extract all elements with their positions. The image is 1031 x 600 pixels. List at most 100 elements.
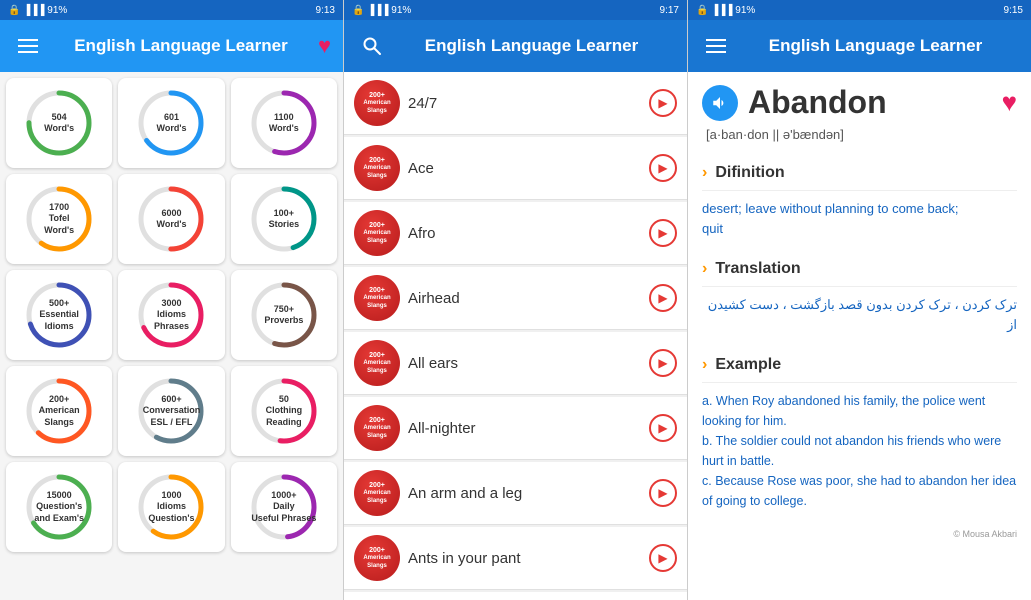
play-button[interactable]: ▶ [649, 349, 677, 377]
play-button[interactable]: ▶ [649, 414, 677, 442]
list-item-label: All ears [408, 355, 641, 372]
signal-icon2: ▐▐▐ [367, 5, 388, 16]
translation-section-header[interactable]: › Translation [702, 252, 1017, 287]
play-button[interactable]: ▶ [649, 89, 677, 117]
grid-item[interactable]: 1100 Word's [231, 78, 337, 168]
grid-item[interactable]: 100+ Stories [231, 174, 337, 264]
grid-item[interactable]: 600+ Conversation ESL / EFL [118, 366, 224, 456]
word-title: Abandon [748, 84, 992, 121]
grid-item[interactable]: 601 Word's [118, 78, 224, 168]
left-favorite-icon[interactable]: ♥ [318, 33, 331, 59]
lock-icon2: 🔒 [352, 5, 364, 16]
list-item[interactable]: 200+ American Slangs Afro ▶ [344, 202, 687, 265]
list-item[interactable]: 200+ American Slangs 24/7 ▶ [344, 72, 687, 135]
right-status-left: 🔒 ▐▐▐ 91% [696, 5, 755, 16]
list-item[interactable]: 200+ American Slangs Ace ▶ [344, 137, 687, 200]
play-button[interactable]: ▶ [649, 284, 677, 312]
example-chevron: › [702, 356, 707, 374]
signal-icon: ▐▐▐ [23, 5, 44, 16]
middle-status-bar: 🔒 ▐▐▐ 91% 9:17 [344, 0, 687, 20]
definition-section-header[interactable]: › Difinition [702, 156, 1017, 191]
grid-item[interactable]: 200+ American Slangs [6, 366, 112, 456]
grid-item[interactable]: 6000 Word's [118, 174, 224, 264]
definition-text: desert; leave without planning to come b… [702, 199, 1017, 238]
grid-item[interactable]: 750+ Proverbs [231, 270, 337, 360]
left-app-bar: English Language Learner ♥ [0, 20, 343, 72]
badge: 200+ American Slangs [354, 340, 400, 386]
play-button[interactable]: ▶ [649, 544, 677, 572]
list-item[interactable]: 200+ American Slangs Airhead ▶ [344, 267, 687, 330]
middle-panel: 🔒 ▐▐▐ 91% 9:17 English Language Learner … [344, 0, 688, 600]
badge: 200+ American Slangs [354, 535, 400, 581]
left-menu-icon[interactable] [12, 30, 44, 62]
grid-item[interactable]: 1000 Idioms Question's [118, 462, 224, 552]
list-item[interactable]: 200+ American Slangs All-nighter ▶ [344, 397, 687, 460]
list-item-label: Ants in your pant [408, 550, 641, 567]
grid-item[interactable]: 500+ Essential Idioms [6, 270, 112, 360]
left-time: 9:13 [316, 5, 335, 16]
grid-item[interactable]: 504 Word's [6, 78, 112, 168]
left-status-left: 🔒 ▐▐▐ 91% [8, 5, 67, 16]
lock-icon: 🔒 [8, 5, 20, 16]
right-menu-icon[interactable] [700, 30, 732, 62]
example-text: a. When Roy abandoned his family, the po… [702, 391, 1017, 511]
list-item[interactable]: 200+ American Slangs Armpit ▶ [344, 592, 687, 600]
battery-text: 91% [47, 5, 67, 16]
right-panel: 🔒 ▐▐▐ 91% 9:15 English Language Learner … [688, 0, 1031, 600]
example-section-header[interactable]: › Example [702, 348, 1017, 383]
grid-item-label: 100+ Stories [269, 208, 300, 231]
list-item-label: An arm and a leg [408, 485, 641, 502]
play-button[interactable]: ▶ [649, 479, 677, 507]
grid-item[interactable]: 15000 Question's and Exam's [6, 462, 112, 552]
grid-item-label: 504 Word's [44, 112, 74, 135]
definition-title: Difinition [715, 164, 784, 182]
middle-app-bar: English Language Learner [344, 20, 687, 72]
grid-item-label: 1700 Tofel Word's [44, 202, 74, 236]
grid-item[interactable]: 1000+ Daily Useful Phrases [231, 462, 337, 552]
list-item[interactable]: 200+ American Slangs An arm and a leg ▶ [344, 462, 687, 525]
speaker-icon[interactable] [702, 85, 738, 121]
middle-app-title: English Language Learner [388, 36, 675, 56]
badge: 200+ American Slangs [354, 405, 400, 451]
phonetic-text: [a·ban·don || ə'bændən] [706, 127, 1017, 142]
badge: 200+ American Slangs [354, 470, 400, 516]
list-item[interactable]: 200+ American Slangs Ants in your pant ▶ [344, 527, 687, 590]
right-status-bar: 🔒 ▐▐▐ 91% 9:15 [688, 0, 1031, 20]
play-button[interactable]: ▶ [649, 154, 677, 182]
search-icon[interactable] [356, 30, 388, 62]
grid-item-label: 200+ American Slangs [39, 394, 80, 428]
play-button[interactable]: ▶ [649, 219, 677, 247]
grid-item-label: 500+ Essential Idioms [39, 298, 79, 332]
footer-text: © Mousa Akbari [702, 525, 1017, 543]
grid-item-label: 15000 Question's and Exam's [34, 490, 84, 524]
list-item[interactable]: 200+ American Slangs All ears ▶ [344, 332, 687, 395]
badge: 200+ American Slangs [354, 210, 400, 256]
left-status-bar: 🔒 ▐▐▐ 91% 9:13 [0, 0, 343, 20]
left-panel: 🔒 ▐▐▐ 91% 9:13 English Language Learner … [0, 0, 344, 600]
grid-item-label: 6000 Word's [156, 208, 186, 231]
grid-item[interactable]: 50 Clothing Reading [231, 366, 337, 456]
middle-time: 9:17 [660, 5, 679, 16]
grid-item-label: 1100 Word's [269, 112, 299, 135]
grid-item-label: 601 Word's [156, 112, 186, 135]
grid-item-label: 600+ Conversation ESL / EFL [143, 394, 201, 428]
battery-text3: 91% [735, 5, 755, 16]
middle-status-left: 🔒 ▐▐▐ 91% [352, 5, 411, 16]
word-favorite-icon[interactable]: ♥ [1002, 87, 1017, 118]
lock-icon3: 🔒 [696, 5, 708, 16]
right-app-bar: English Language Learner [688, 20, 1031, 72]
right-content: Abandon ♥ [a·ban·don || ə'bændən] › Difi… [688, 72, 1031, 600]
left-grid: 504 Word's 601 Word's 1100 Word's [0, 72, 343, 600]
list-item-label: 24/7 [408, 95, 641, 112]
translation-title: Translation [715, 260, 800, 278]
badge: 200+ American Slangs [354, 145, 400, 191]
left-app-title: English Language Learner [44, 36, 318, 56]
grid-item[interactable]: 1700 Tofel Word's [6, 174, 112, 264]
list-item-label: All-nighter [408, 420, 641, 437]
right-time: 9:15 [1004, 5, 1023, 16]
grid-item-label: 3000 Idioms Phrases [154, 298, 189, 332]
grid-item[interactable]: 3000 Idioms Phrases [118, 270, 224, 360]
word-header: Abandon ♥ [702, 84, 1017, 121]
list-item-label: Afro [408, 225, 641, 242]
list-item-label: Airhead [408, 290, 641, 307]
